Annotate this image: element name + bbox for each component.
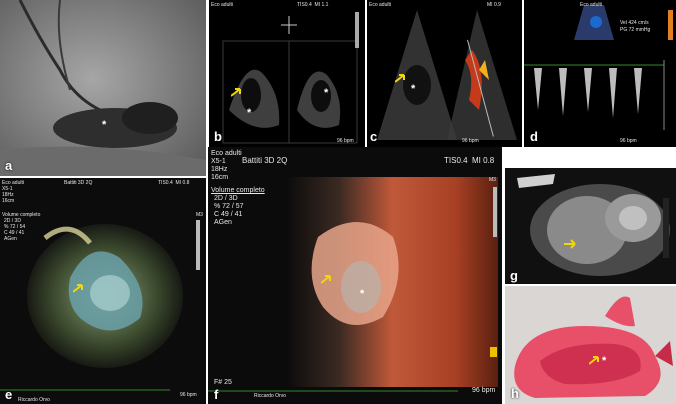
doppler-spectrum-image — [524, 0, 676, 147]
panel-e-tis: TIS0.4 MI 0.8 — [158, 180, 190, 186]
arrow-marker — [589, 356, 599, 365]
panel-e-line4: 16cm — [2, 198, 15, 204]
panel-f-footer: Riccardo Orvo — [254, 393, 286, 399]
panel-f-line1: Eco adulti — [211, 150, 242, 157]
fluoroscopy-image — [0, 0, 206, 176]
panel-b-bpm: 96 bpm — [337, 138, 354, 144]
panel-e-m3: M3 — [196, 212, 203, 218]
panel-f-frame: F# 25 — [214, 379, 232, 386]
arrow-marker — [321, 275, 331, 284]
panel-label-f: f — [214, 387, 219, 402]
panel-c-title: Eco adulti — [369, 2, 391, 8]
panel-e-bpm: 96 bpm — [180, 392, 197, 398]
asterisk-marker: * — [411, 83, 416, 95]
figure: * a Eco adulti TIS0.4 MI 1.1 * * 96 bpm … — [0, 0, 676, 404]
panel-f-line3: 18Hz — [211, 166, 228, 173]
panel-f-params: 2D / 3D % 72 / 57 C 49 / 41 AGen — [214, 195, 244, 226]
panel-label-h: h — [511, 386, 519, 401]
panel-label-b: b — [214, 129, 222, 144]
panel-label-g: g — [510, 268, 518, 283]
panel-d-doppler: Eco adulti Vel 424 cm/s PG 72 mmHg 96 bp… — [524, 0, 676, 147]
panel-d-bpm: 96 bpm — [620, 138, 637, 144]
panel-f-mode: Volume completo — [211, 187, 265, 194]
asterisk-marker: * — [360, 288, 365, 300]
panel-g-ct: g — [505, 168, 676, 284]
arrow-marker — [564, 239, 576, 249]
panel-c-echo-doppler: Eco adulti MI 0.9 * 96 bpm c — [367, 0, 522, 147]
asterisk-marker: * — [102, 119, 107, 131]
echo-doppler-image — [367, 0, 522, 147]
panel-f-3d-render: Eco adulti X5-1 18Hz 16cm Battiti 3D 2Q … — [208, 147, 502, 404]
asterisk-marker: * — [602, 355, 607, 367]
ct-scan-image — [505, 168, 676, 284]
echo-biplane-image — [209, 0, 365, 147]
panel-d-vel: Vel 424 cm/s — [620, 20, 649, 26]
panel-e-footer: Riccardo Orvo — [18, 397, 50, 403]
asterisk-marker: * — [324, 87, 329, 99]
panel-b-title: Eco adulti — [211, 2, 233, 8]
panel-f-line2: X5-1 — [211, 158, 226, 165]
3d-printed-model-image — [505, 286, 676, 404]
panel-b-tis: TIS0.4 MI 1.1 — [297, 2, 329, 8]
panel-label-c: c — [370, 129, 378, 144]
arrow-marker — [395, 74, 405, 83]
asterisk-marker: * — [247, 107, 252, 119]
arrow-marker — [73, 284, 83, 293]
panel-e-3d-render: Eco adulti X5-1 18Hz 16cm Battiti 3D 2Q … — [0, 178, 206, 404]
panel-a-fluoroscopy: * a — [0, 0, 206, 176]
panel-e-battiti: Battiti 3D 2Q — [64, 180, 93, 186]
panel-d-title: Eco adulti — [580, 2, 602, 8]
panel-f-battiti: Battiti 3D 2Q — [242, 156, 288, 165]
panel-f-tis: TIS0.4 MI 0.8 — [444, 156, 495, 165]
panel-f-m3: M3 — [489, 177, 496, 183]
panel-b-echo: Eco adulti TIS0.4 MI 1.1 * * 96 bpm b — [209, 0, 365, 147]
panel-h-3d-model: * h — [505, 286, 676, 404]
panel-label-a: a — [5, 158, 13, 173]
panel-e-params: 2D / 3D % 72 / 54 C 49 / 41 AGen — [4, 218, 26, 242]
3d-render-orange-image — [208, 147, 502, 404]
panel-f-line4: 16cm — [211, 174, 229, 181]
arrow-marker — [231, 88, 241, 97]
panel-label-e: e — [5, 387, 13, 402]
panel-c-mi: MI 0.9 — [487, 2, 501, 8]
panel-f-bpm: 96 bpm — [472, 387, 496, 394]
panel-d-pg: PG 72 mmHg — [620, 27, 651, 33]
panel-label-d: d — [530, 129, 538, 144]
panel-c-bpm: 96 bpm — [462, 138, 479, 144]
